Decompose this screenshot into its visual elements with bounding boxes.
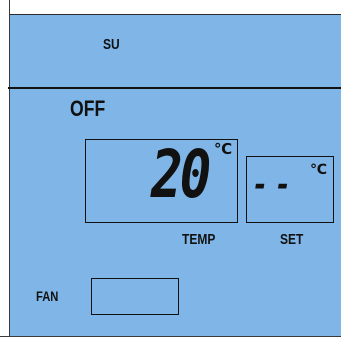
panel-frame-bottom [0,336,341,347]
divider [8,87,341,89]
temp-value: 20 [151,136,211,213]
power-status: OFF [70,96,106,121]
fan-label: FAN [36,288,59,304]
temp-unit-icon: ℃ [214,140,233,158]
set-value: -- [252,165,298,205]
fan-display-box [91,278,179,315]
temp-label: TEMP [182,231,216,248]
lcd-panel: SU OFF 20 ℃ TEMP -- ℃ SET FAN [0,0,341,347]
mode-indicator: SU [103,36,120,53]
set-label: SET [280,231,304,248]
panel-frame-left [0,0,10,347]
set-unit-icon: ℃ [310,162,327,178]
panel-frame-top [8,0,341,15]
